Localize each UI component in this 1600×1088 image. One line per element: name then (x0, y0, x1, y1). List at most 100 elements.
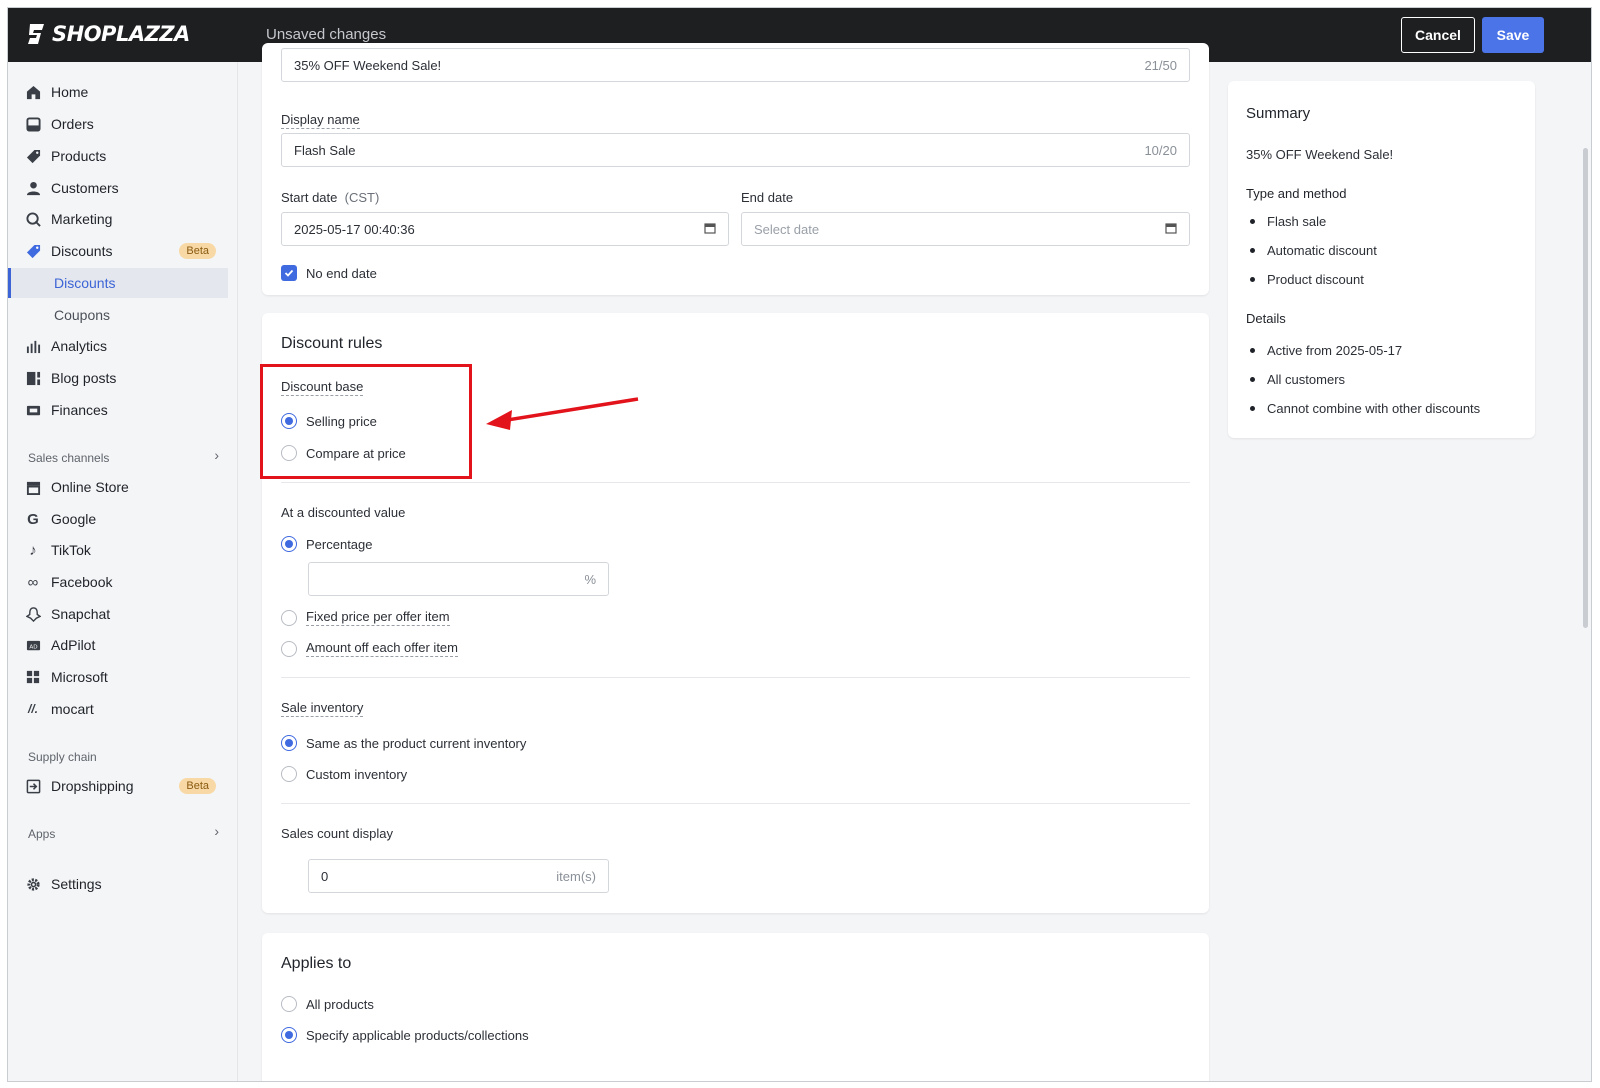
unsaved-status: Unsaved changes (266, 26, 387, 43)
tag-icon (25, 148, 41, 164)
sidebar-item-orders[interactable]: Orders (8, 109, 228, 139)
divider (281, 803, 1190, 804)
radio-button[interactable] (281, 536, 297, 552)
mocart-icon: //. (27, 702, 38, 716)
sidebar-item-finances[interactable]: Finances (8, 395, 228, 425)
radio-fixed-price[interactable]: Fixed price per offer item (281, 609, 450, 626)
save-button[interactable]: Save (1482, 17, 1544, 53)
meta-icon: ∞ (27, 573, 39, 591)
sidebar-item-facebook[interactable]: ∞ Facebook (8, 567, 228, 597)
tiktok-icon: ♪ (29, 541, 37, 559)
percentage-label: Percentage (306, 536, 373, 552)
sidebar-item-discounts[interactable]: Discounts Beta (8, 236, 228, 266)
sidebar-item-blog-posts[interactable]: Blog posts (8, 363, 228, 393)
percentage-input[interactable]: % (308, 562, 609, 596)
sales-count-input[interactable]: 0 item(s) (308, 859, 609, 893)
sidebar-subitem-discounts[interactable]: Discounts (8, 268, 228, 298)
sidebar-item-label: Orders (51, 116, 94, 132)
microsoft-icon (25, 669, 41, 685)
display-name-label: Display name (281, 112, 360, 129)
sidebar-item-label: Finances (51, 402, 108, 418)
end-date-input[interactable]: Select date (741, 212, 1190, 246)
annotation-arrow-icon (486, 397, 639, 430)
radio-button[interactable] (281, 996, 297, 1012)
calendar-icon (704, 222, 716, 237)
radio-all-products[interactable]: All products (281, 996, 374, 1012)
sales-channels-label: Sales channels (28, 451, 110, 465)
radio-same-inventory[interactable]: Same as the product current inventory (281, 735, 526, 751)
home-icon (25, 84, 41, 100)
sidebar-item-label: Facebook (51, 574, 113, 590)
sidebar-item-label: Microsoft (51, 669, 108, 685)
divider (281, 677, 1190, 678)
summary-list-item: Active from 2025-05-17 (1246, 343, 1402, 358)
percent-suffix: % (584, 571, 596, 587)
sidebar-item-label: Discounts (51, 243, 113, 259)
title-input[interactable]: 35% OFF Weekend Sale! 21/50 (281, 48, 1190, 82)
radio-button[interactable] (281, 766, 297, 782)
sidebar-item-customers[interactable]: Customers (8, 173, 228, 203)
sidebar-item-google[interactable]: G Google (8, 504, 228, 534)
applies-to-card: Applies to All products Specify applicab… (262, 933, 1209, 1081)
summary-list-item: Flash sale (1246, 214, 1326, 229)
sidebar-item-microsoft[interactable]: Microsoft (8, 662, 228, 692)
sidebar-item-label: Analytics (51, 338, 108, 354)
sidebar-item-products[interactable]: Products (8, 141, 228, 171)
radio-percentage[interactable]: Percentage (281, 536, 373, 552)
logo: SHOPLAZZA (26, 22, 190, 46)
cancel-button[interactable]: Cancel (1401, 17, 1475, 53)
megaphone-icon (25, 211, 41, 227)
basic-info-card: 35% OFF Weekend Sale! 21/50 Display name… (262, 43, 1209, 295)
app-window: SHOPLAZZA Unsaved changes Cancel Save Ho… (7, 7, 1592, 1082)
dropshipping-icon (25, 778, 41, 794)
chevron-right-icon[interactable]: › (214, 447, 219, 463)
sales-count-label: Sales count display (281, 826, 394, 841)
checkmark-icon (281, 265, 297, 281)
sidebar-item-online-store[interactable]: Online Store (8, 472, 228, 502)
snapchat-icon (25, 606, 41, 622)
radio-button[interactable] (281, 640, 297, 657)
sidebar-subitem-coupons[interactable]: Coupons (8, 300, 228, 330)
radio-button[interactable] (281, 609, 297, 626)
sidebar-item-label: Settings (51, 876, 102, 892)
sidebar-item-adpilot[interactable]: AD AdPilot (8, 630, 228, 660)
display-name-char-count: 10/20 (1144, 142, 1177, 158)
sidebar-item-label: TikTok (51, 542, 91, 558)
discount-icon (25, 243, 41, 259)
sidebar-item-home[interactable]: Home (8, 77, 228, 107)
radio-button[interactable] (281, 1027, 297, 1043)
fixed-price-label: Fixed price per offer item (306, 609, 450, 626)
chevron-right-icon[interactable]: › (214, 823, 219, 839)
no-end-date-checkbox[interactable]: No end date (281, 265, 377, 281)
applies-to-title: Applies to (281, 955, 352, 972)
calendar-icon (1165, 222, 1177, 237)
radio-custom-inventory[interactable]: Custom inventory (281, 766, 407, 782)
sidebar-item-dropshipping[interactable]: Dropshipping Beta (8, 771, 228, 801)
sidebar-item-label: Blog posts (51, 370, 117, 386)
summary-list-item: Product discount (1246, 272, 1364, 287)
same-inventory-label: Same as the product current inventory (306, 735, 527, 751)
sidebar-item-settings[interactable]: Settings (8, 869, 228, 899)
sidebar-item-analytics[interactable]: Analytics (8, 331, 228, 361)
start-date-label: Start date (CST) (281, 190, 379, 205)
sidebar-item-marketing[interactable]: Marketing (8, 204, 228, 234)
radio-specify-products[interactable]: Specify applicable products/collections (281, 1027, 529, 1043)
specify-products-label: Specify applicable products/collections (306, 1027, 529, 1043)
svg-text:AD: AD (29, 644, 37, 650)
sidebar-item-label: Home (51, 84, 89, 100)
logo-text: SHOPLAZZA (52, 22, 190, 46)
sidebar-item-tiktok[interactable]: ♪ TikTok (8, 535, 228, 565)
display-name-input[interactable]: Flash Sale 10/20 (281, 133, 1190, 167)
start-date-value: 2025-05-17 00:40:36 (294, 221, 415, 237)
sales-count-value: 0 (321, 868, 329, 884)
amount-off-label: Amount off each offer item (306, 640, 458, 657)
radio-button[interactable] (281, 735, 297, 751)
sidebar-item-snapchat[interactable]: Snapchat (8, 599, 228, 629)
start-date-input[interactable]: 2025-05-17 00:40:36 (281, 212, 729, 246)
scrollbar[interactable] (1583, 148, 1588, 628)
sidebar-item-label: Customers (51, 180, 119, 196)
sidebar-item-mocart[interactable]: //. mocart (8, 694, 228, 724)
radio-amount-off[interactable]: Amount off each offer item (281, 640, 458, 657)
sidebar-item-label: Products (51, 148, 107, 164)
sidebar-item-label: AdPilot (51, 637, 96, 653)
